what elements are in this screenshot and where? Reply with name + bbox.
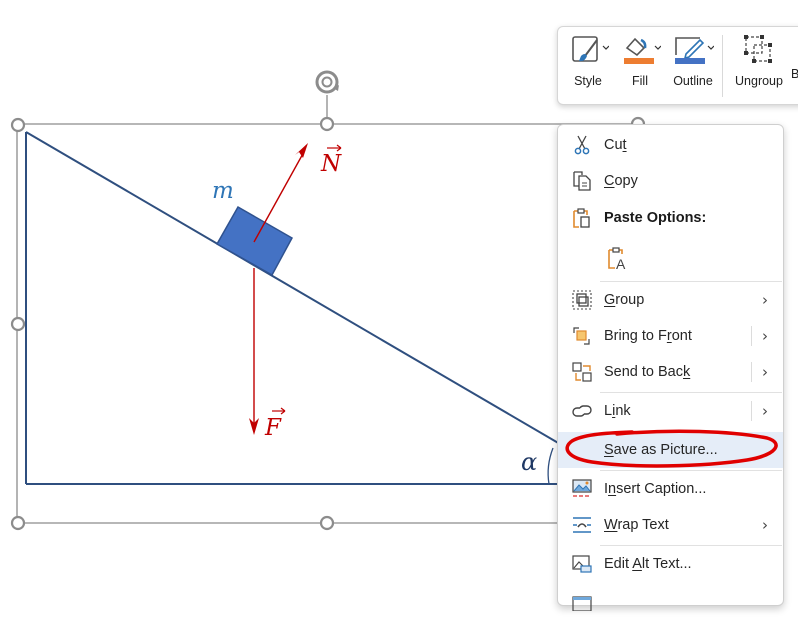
angle-label: α bbox=[521, 448, 537, 476]
group-icon bbox=[572, 290, 592, 310]
fill-button-label: Fill bbox=[632, 74, 648, 88]
scissors-icon bbox=[574, 135, 590, 155]
menu-item-partial[interactable] bbox=[558, 582, 783, 618]
paste-options-header: Paste Options: bbox=[558, 200, 783, 236]
submenu-arrow-icon: › bbox=[762, 291, 768, 309]
copy-icon bbox=[573, 171, 591, 191]
edit-alt-text-icon bbox=[572, 555, 592, 573]
outline-button-label: Outline bbox=[673, 74, 713, 88]
partially-visible-icon bbox=[572, 596, 592, 611]
menu-item-insert-caption[interactable]: Insert Caption... bbox=[558, 471, 783, 507]
menu-item-label: Save as Picture... bbox=[604, 442, 718, 458]
style-button-label: Style bbox=[574, 74, 602, 88]
gravity-force-label: F bbox=[264, 407, 286, 441]
normal-force-arrow[interactable] bbox=[253, 143, 308, 243]
svg-text:F: F bbox=[264, 415, 282, 441]
bring-to-front-icon bbox=[573, 327, 590, 345]
gravity-force-arrow[interactable] bbox=[249, 268, 259, 435]
paste-keep-text-only-icon: A bbox=[608, 247, 626, 271]
resize-handle-bottom-left[interactable] bbox=[10, 515, 26, 531]
insert-caption-icon bbox=[572, 479, 592, 497]
resize-handle-top-left[interactable] bbox=[10, 117, 26, 133]
style-button[interactable]: Style bbox=[568, 27, 609, 104]
menu-item-group[interactable]: Group › bbox=[558, 282, 783, 318]
menu-item-label: Paste Options: bbox=[604, 210, 707, 226]
menu-item-copy[interactable]: Copy bbox=[558, 163, 783, 199]
outline-button[interactable]: Outline bbox=[671, 27, 715, 104]
menu-item-save-as-picture[interactable]: Save as Picture... bbox=[558, 432, 783, 468]
ungroup-button-label: Ungroup bbox=[735, 74, 783, 88]
link-icon bbox=[572, 405, 592, 417]
menu-item-send-to-back[interactable]: Send to Back › bbox=[558, 354, 783, 390]
paste-icon bbox=[573, 208, 590, 228]
wrap-text-icon bbox=[573, 517, 591, 533]
truncated-toolbar-button-label[interactable]: B bbox=[791, 67, 798, 81]
menu-item-wrap-text[interactable]: Wrap Text › bbox=[558, 507, 783, 543]
menu-item-label: Insert Caption... bbox=[604, 481, 707, 497]
menu-item-label: Group bbox=[604, 292, 645, 308]
menu-item-label: Cut bbox=[604, 137, 627, 153]
submenu-arrow-icon[interactable]: › bbox=[762, 402, 768, 420]
toolbar-separator bbox=[722, 35, 723, 97]
ungroup-button[interactable]: Ungroup bbox=[732, 27, 786, 104]
mass-label: m bbox=[212, 178, 234, 204]
ungroup-icon bbox=[744, 35, 772, 63]
context-menu: Cut Copy Paste Options: A Group › Bring … bbox=[557, 124, 784, 611]
menu-item-edit-alt-text[interactable]: Edit Alt Text... bbox=[558, 546, 783, 582]
split-separator bbox=[751, 326, 752, 346]
angle-arc bbox=[547, 447, 554, 485]
send-to-back-icon bbox=[572, 362, 592, 382]
mini-toolbar: Style Fill Outline Ungroup B bbox=[557, 26, 798, 105]
resize-handle-bottom-center[interactable] bbox=[319, 515, 335, 531]
menu-item-label: Wrap Text bbox=[604, 517, 669, 533]
svg-text:N: N bbox=[320, 151, 342, 177]
resize-handle-top-center[interactable] bbox=[319, 116, 335, 132]
submenu-arrow-icon[interactable]: › bbox=[762, 327, 768, 345]
paint-bucket-icon bbox=[624, 37, 661, 64]
svg-text:A: A bbox=[616, 256, 626, 271]
submenu-arrow-icon[interactable]: › bbox=[762, 363, 768, 381]
menu-item-label: Send to Back bbox=[604, 364, 691, 380]
pen-outline-icon bbox=[675, 37, 714, 64]
menu-item-link[interactable]: Link › bbox=[558, 393, 783, 429]
menu-item-label: Edit Alt Text... bbox=[604, 556, 692, 572]
normal-force-label: N bbox=[320, 144, 342, 177]
paste-keep-text-only-button[interactable]: A bbox=[558, 240, 783, 276]
rotate-handle-icon[interactable] bbox=[315, 70, 339, 94]
menu-item-label: Bring to Front bbox=[604, 328, 692, 344]
menu-item-label: Copy bbox=[604, 173, 638, 189]
split-separator bbox=[751, 362, 752, 382]
menu-item-cut[interactable]: Cut bbox=[558, 127, 783, 163]
menu-item-bring-to-front[interactable]: Bring to Front › bbox=[558, 318, 783, 354]
resize-handle-middle-left[interactable] bbox=[10, 316, 26, 332]
shape-style-icon bbox=[572, 36, 609, 62]
fill-button[interactable]: Fill bbox=[620, 27, 661, 104]
menu-item-label: Link bbox=[604, 403, 631, 419]
incline-plane[interactable] bbox=[25, 131, 561, 485]
submenu-arrow-icon: › bbox=[762, 516, 768, 534]
split-separator bbox=[751, 401, 752, 421]
